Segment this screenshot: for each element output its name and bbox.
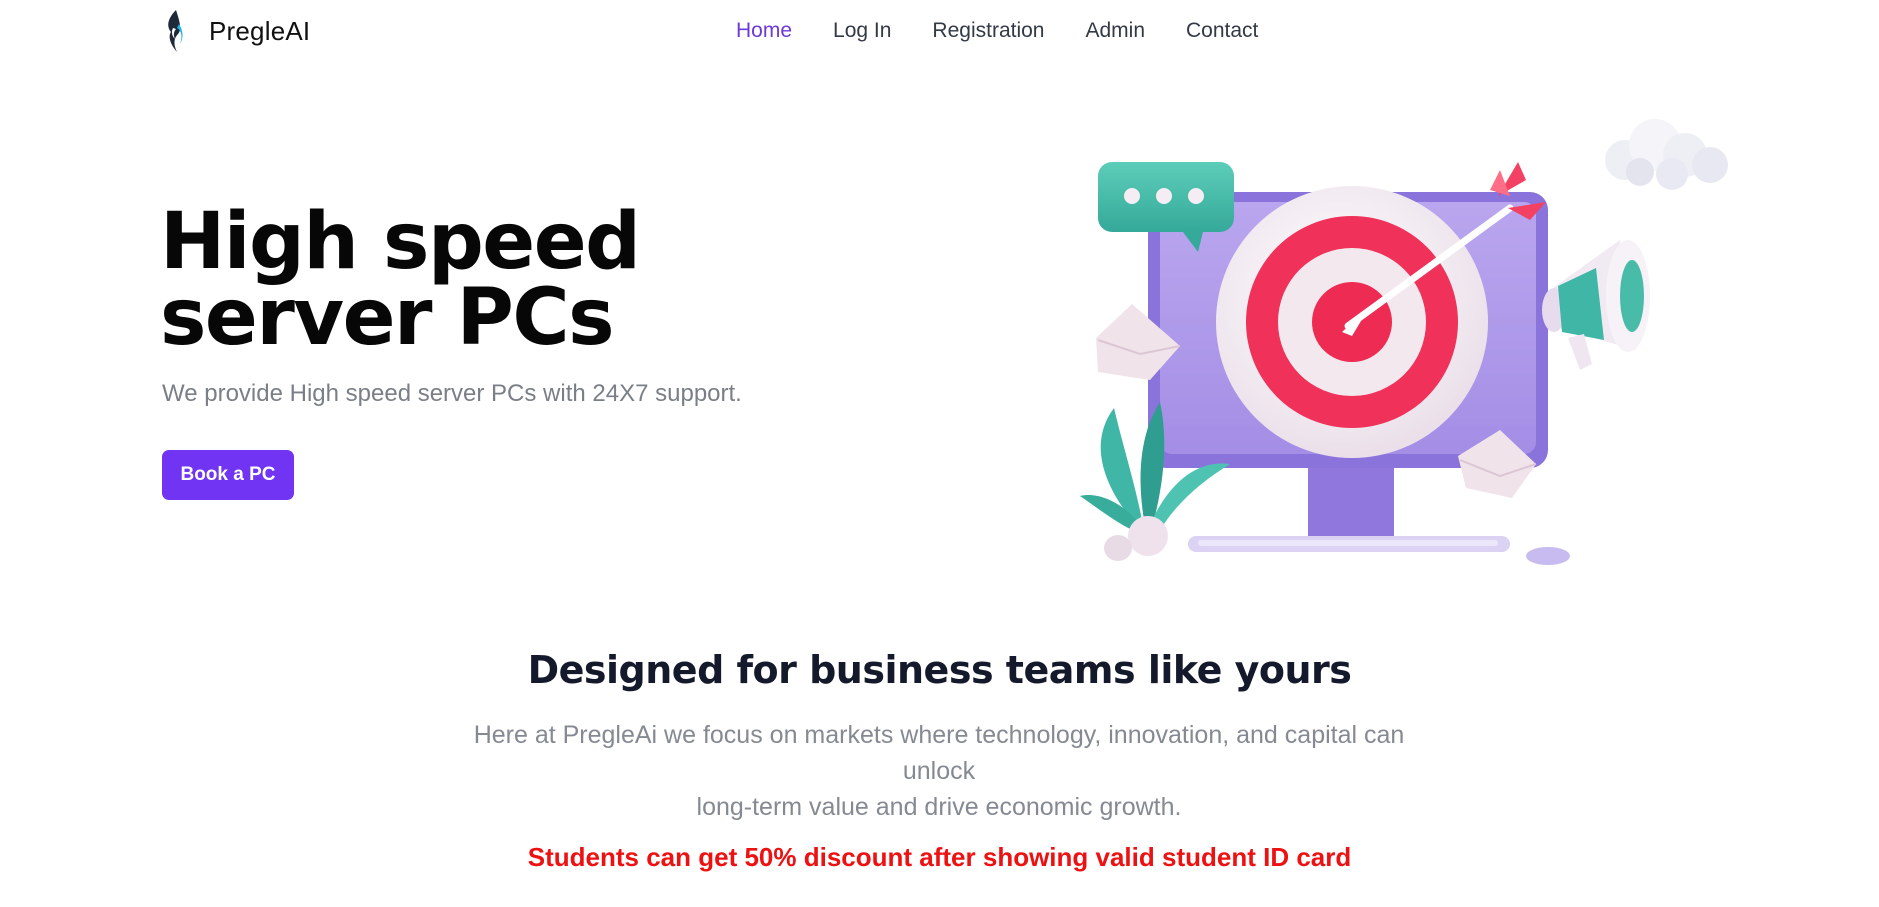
section-description-line-2: long-term value and drive economic growt… [696, 793, 1182, 821]
megaphone-icon [1542, 240, 1650, 370]
hero-subtitle: We provide High speed server PCs with 24… [162, 380, 742, 407]
nav-contact[interactable]: Contact [1186, 18, 1258, 44]
section-title: Designed for business teams like yours [527, 648, 1352, 692]
brand-name: PregleAI [209, 15, 311, 46]
cloud-icon [1605, 119, 1728, 190]
section-description: Here at PregleAi we focus on markets whe… [439, 717, 1439, 825]
book-pc-button[interactable]: Book a PC [162, 450, 294, 500]
landing-page: PregleAI Home Log In Registration Admin … [0, 0, 1879, 907]
hero-title-line-1: High speed [160, 197, 641, 287]
top-navbar: PregleAI Home Log In Registration Admin … [0, 0, 1879, 62]
hero-title-line-2: server PCs [160, 273, 615, 363]
student-discount-note: Students can get 50% discount after show… [527, 842, 1352, 872]
nav-login[interactable]: Log In [833, 18, 891, 44]
mouse-icon [1526, 547, 1570, 565]
hero-title: High speed server PCs [160, 197, 641, 363]
nav-home[interactable]: Home [736, 18, 792, 44]
nav-registration[interactable]: Registration [932, 18, 1044, 44]
target-monitor-illustration [1080, 119, 1728, 565]
section-description-line-1: Here at PregleAi we focus on markets whe… [473, 721, 1405, 785]
nav-menu: Home Log In Registration Admin Contact [736, 18, 1258, 44]
brand-link[interactable]: PregleAI [162, 8, 310, 54]
nav-admin[interactable]: Admin [1085, 18, 1145, 44]
flame-logo-icon [168, 10, 183, 52]
